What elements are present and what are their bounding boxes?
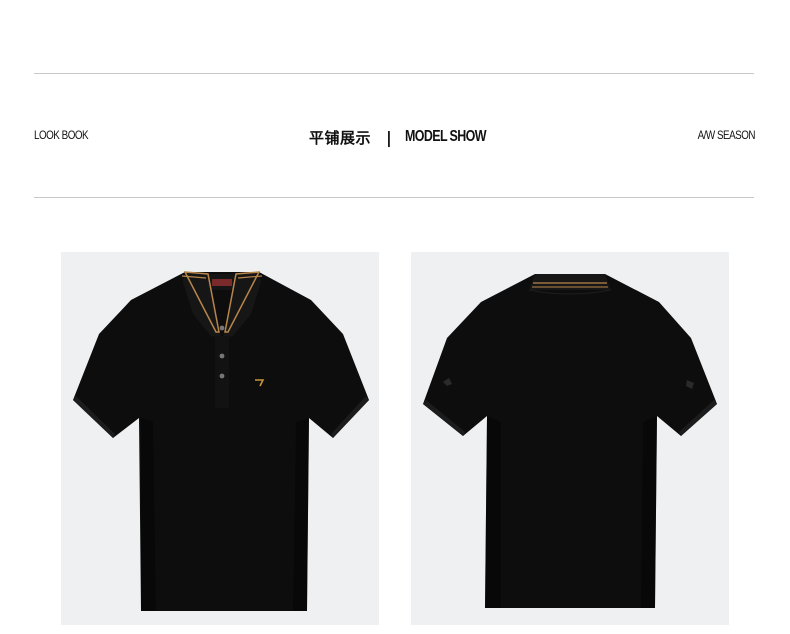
section-title-cn: 平铺展示 [309,128,372,147]
title-separator: | [386,127,392,147]
section-title-en: MODEL SHOW [404,128,487,145]
top-divider [34,73,754,74]
look-book-label: LOOK BOOK [34,128,89,142]
bottom-divider [34,197,754,198]
product-photo-front[interactable] [61,252,379,625]
polo-shirt-front-image [73,271,369,611]
polo-shirt-back-image [423,274,717,608]
section-header: LOOK BOOK 平铺展示 | MODEL SHOW A/W SEASON [0,125,790,149]
section-title: 平铺展示 | MODEL SHOW [309,125,509,149]
season-label: A/W SEASON [697,128,756,142]
product-photo-back[interactable] [411,252,729,625]
